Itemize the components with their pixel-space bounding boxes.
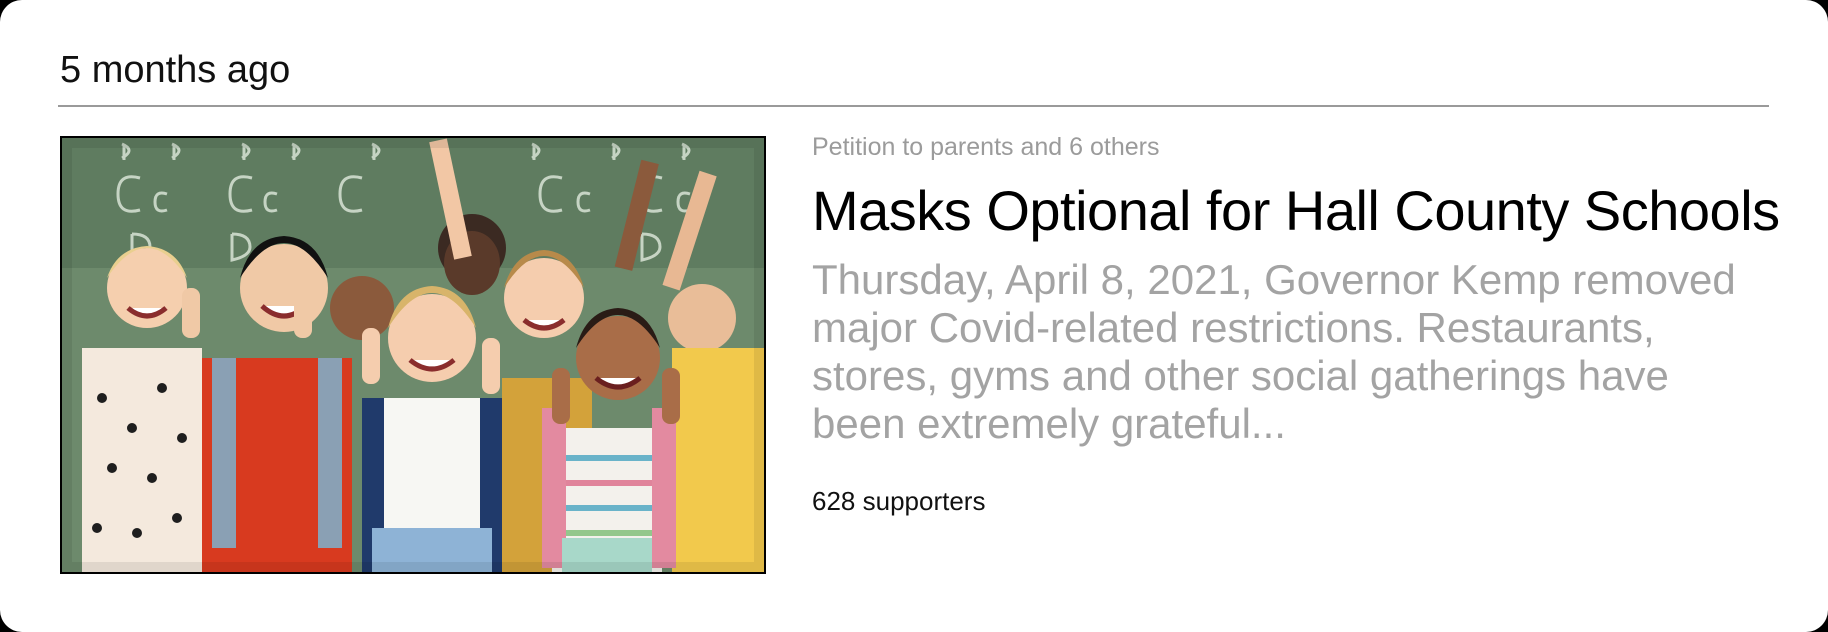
- children-photo-illustration: [62, 138, 764, 572]
- corner-decoration: [0, 610, 22, 632]
- corner-decoration: [1806, 610, 1828, 632]
- petition-title[interactable]: Masks Optional for Hall County Schools: [812, 174, 1782, 248]
- petition-thumbnail[interactable]: [60, 136, 766, 574]
- petition-card[interactable]: Petition to parents and 6 others Masks O…: [60, 135, 1780, 576]
- petition-info: Petition to parents and 6 others Masks O…: [812, 133, 1782, 517]
- supporter-count: 628 supporters: [812, 486, 986, 516]
- timestamp: 5 months ago: [60, 49, 291, 91]
- corner-decoration: [0, 0, 22, 22]
- divider: [58, 105, 1769, 107]
- corner-decoration: [1806, 0, 1828, 22]
- petition-description: Thursday, April 8, 2021, Governor Kemp r…: [812, 256, 1736, 447]
- petition-recipient: Petition to parents and 6 others: [812, 133, 1160, 161]
